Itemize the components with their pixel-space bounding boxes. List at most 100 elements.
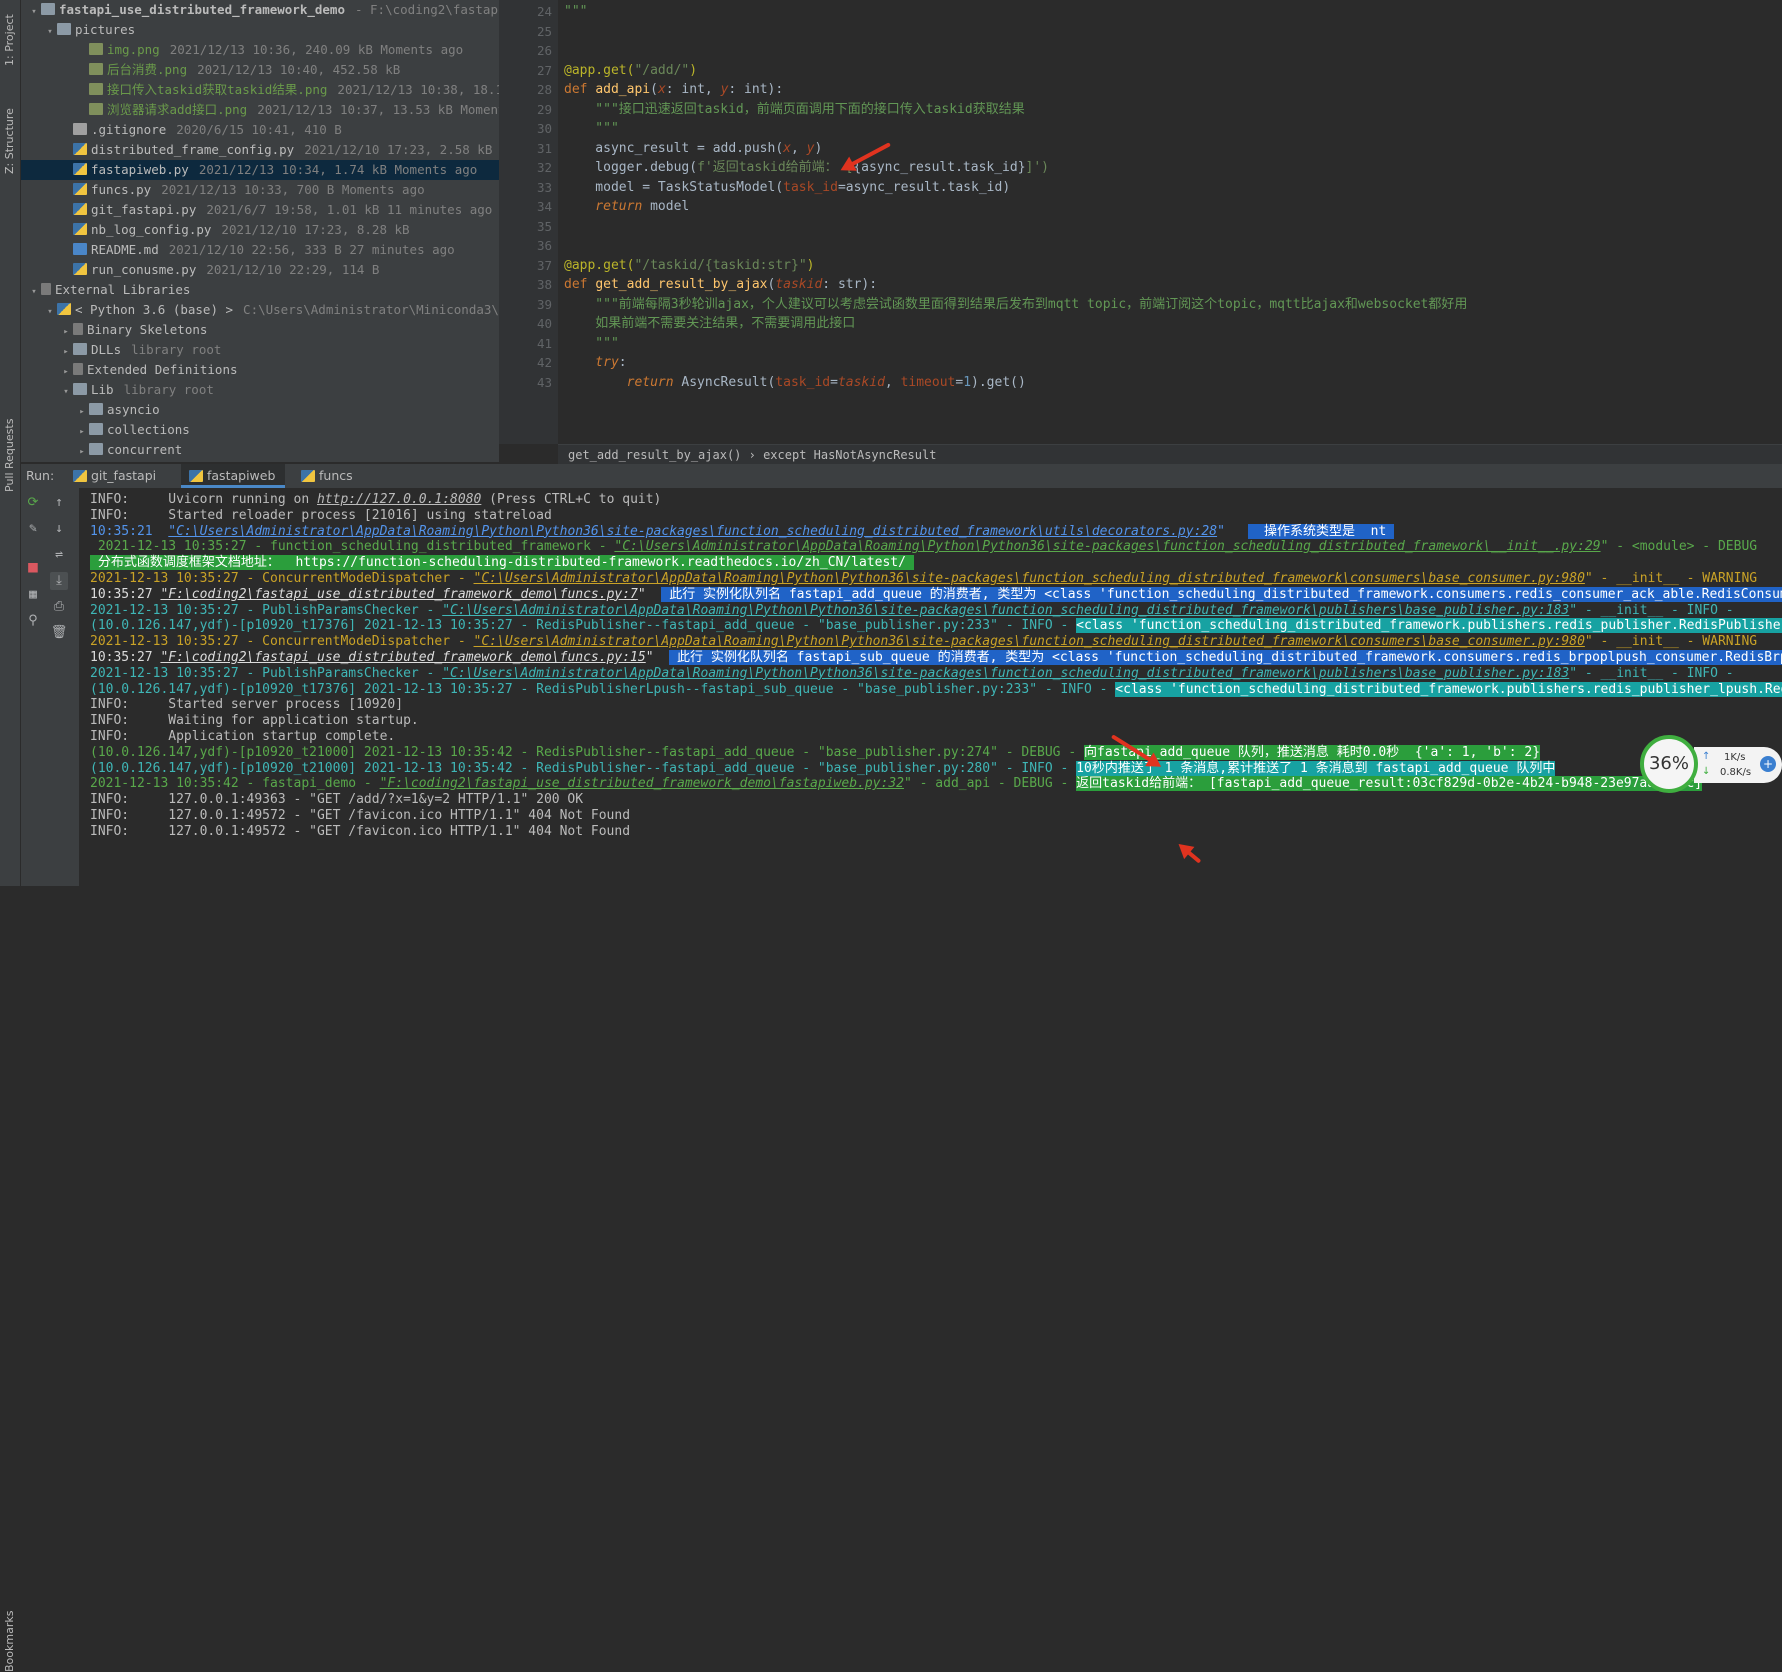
run-tab-git-fastapi[interactable]: git_fastapi: [65, 464, 166, 488]
pull-requests-tool-tab[interactable]: Pull Requests: [0, 196, 20, 492]
project-tree-item-meta: library root: [123, 382, 214, 397]
project-tree-item-label: 接口传入taskid获取taskid结果.png: [107, 82, 328, 97]
project-tree-item[interactable]: ▾ pictures: [21, 20, 499, 40]
run-tab-label: git_fastapi: [91, 468, 157, 483]
project-tree-item-label: DLLs: [91, 342, 122, 357]
trash-icon[interactable]: 🗑: [50, 624, 68, 642]
project-tree-item-label: Extended Definitions: [87, 362, 238, 377]
python-file-icon: [301, 470, 315, 482]
console-text: 10:35:21: [90, 523, 169, 539]
project-tree-item-label: pictures: [75, 22, 136, 37]
console-file-link[interactable]: "C:\Users\Administrator\AppData\Roaming\…: [474, 634, 1585, 649]
package-folder-icon: [89, 443, 103, 455]
console-text: 10:35:27: [90, 650, 161, 665]
console-file-link[interactable]: "C:\Users\Administrator\AppData\Roaming\…: [474, 571, 1585, 586]
code-token: f'返回taskid给前端： [: [697, 160, 854, 175]
project-tree-item[interactable]: 接口传入taskid获取taskid结果.png 2021/12/13 10:38…: [21, 80, 499, 100]
image-file-icon: [89, 63, 103, 75]
project-tree-item[interactable]: 后台消费.png 2021/12/13 10:40, 452.58 kB: [21, 60, 499, 80]
project-tree-item[interactable]: ▸ DLLs library root: [21, 340, 499, 360]
code-token: (: [650, 82, 658, 97]
console-file-link[interactable]: "F:\coding2\fastapi_use_distributed_fram…: [380, 776, 904, 791]
project-tree-item[interactable]: ▸ collections: [21, 420, 499, 440]
run-console-output[interactable]: INFO: Uvicorn running on http://127.0.0.…: [80, 488, 1782, 886]
console-file-link[interactable]: "F:\coding2\fastapi_use_distributed_fram…: [160, 587, 637, 602]
console-file-link[interactable]: "C:\Users\Administrator\AppData\Roaming\…: [442, 603, 1569, 618]
project-tool-tab[interactable]: 1: Project: [0, 0, 20, 70]
project-tree-item[interactable]: 浏览器请求add接口.png 2021/12/13 10:37, 13.53 kB…: [21, 100, 499, 120]
console-text: 此行 实例化队列名 fastapi_sub_queue 的消费者, 类型为 <c…: [669, 650, 1782, 665]
project-tree-item-label: README.md: [91, 242, 159, 257]
editor-breadcrumb[interactable]: get_add_result_by_ajax() › except HasNot…: [558, 444, 1782, 465]
project-tree-item[interactable]: README.md 2021/12/10 22:56, 333 B 27 minu…: [21, 240, 499, 260]
project-tree-item[interactable]: ▸ Binary Skeletons: [21, 320, 499, 340]
project-tree-item[interactable]: run_conusme.py 2021/12/10 22:29, 114 B: [21, 260, 499, 280]
project-tree-item[interactable]: ▾ < Python 3.6 (base) > C:\Users\Administr…: [21, 300, 499, 320]
network-speed-panel: ↑ 1K/s ↓ 0.8K/s +: [1694, 747, 1782, 783]
project-tree-item[interactable]: funcs.py 2021/12/13 10:33, 700 B Moments …: [21, 180, 499, 200]
project-tree-item-meta: - F:\coding2\fastapi_use_distributed_fra…: [354, 2, 499, 17]
plus-icon[interactable]: +: [1760, 756, 1776, 772]
stop-icon[interactable]: ■: [24, 558, 42, 576]
soft-wrap-icon[interactable]: ⇌: [50, 546, 68, 564]
project-tree-item-label: concurrent: [107, 442, 183, 457]
console-file-link[interactable]: "F:\coding2\fastapi_use_distributed_fram…: [160, 650, 645, 665]
code-token: """: [564, 4, 588, 19]
project-tree-item[interactable]: ▾ External Libraries: [21, 280, 499, 300]
bookmarks-tool-tab[interactable]: Bookmarks: [0, 800, 20, 1672]
console-text: ": [637, 586, 662, 602]
code-line: return AsyncResult(task_id=taskid, timeo…: [564, 372, 1026, 394]
project-tree-item[interactable]: ▸ asyncio: [21, 400, 499, 420]
scroll-to-end-icon[interactable]: ⤓: [50, 572, 68, 590]
project-tree-item-label: fastapi_use_distributed_framework_demo: [59, 2, 345, 17]
layout-icon[interactable]: ▦: [24, 586, 42, 604]
image-file-icon: [89, 103, 103, 115]
run-tab-fastapiweb[interactable]: fastapiweb: [181, 464, 286, 488]
python-file-icon: [73, 203, 87, 215]
project-tree-item[interactable]: git_fastapi.py 2021/6/7 19:58, 1.01 kB 11…: [21, 200, 499, 220]
project-tree-item-label: .gitignore: [91, 122, 167, 137]
project-tool-tab-label: 1: Project: [3, 14, 16, 66]
console-file-link[interactable]: "C:\Users\Administrator\AppData\Roaming\…: [168, 524, 1217, 539]
project-tree-item[interactable]: .gitignore 2020/6/15 10:41, 410 B: [21, 120, 499, 140]
run-tab-funcs[interactable]: funcs: [293, 464, 363, 488]
console-text: 10:35:27: [90, 586, 161, 602]
folder-icon: [73, 383, 87, 395]
code-token: "/taskid/{taskid:str}": [634, 257, 807, 273]
structure-tool-tab[interactable]: Z: Structure: [0, 86, 20, 176]
project-tree-item-meta: 2021/12/13 10:33, 700 B Moments ago: [161, 182, 425, 197]
network-monitor-widget[interactable]: ↑ 1K/s ↓ 0.8K/s + 36%: [1640, 735, 1782, 795]
pin-icon[interactable]: ⚲: [24, 612, 42, 630]
python-file-icon: [73, 223, 87, 235]
print-icon[interactable]: ⎙: [50, 598, 68, 616]
rerun-icon[interactable]: ⟳: [24, 494, 42, 512]
project-tree-item[interactable]: fastapiweb.py 2021/12/13 10:34, 1.74 kB M…: [21, 160, 499, 180]
code-token: logger.debug(: [564, 160, 698, 175]
scroll-up-icon[interactable]: ↑: [50, 494, 68, 512]
console-line: INFO: 127.0.0.1:49572 - "GET /favicon.ic…: [90, 823, 630, 841]
project-tree-item[interactable]: nb_log_config.py 2021/12/10 17:23, 8.28 k…: [21, 220, 499, 240]
project-tree-item[interactable]: img.png 2021/12/13 10:36, 240.09 kB Momen…: [21, 40, 499, 60]
code-token: timeout: [900, 374, 956, 390]
wrench-icon[interactable]: ✎: [24, 520, 42, 538]
console-file-link[interactable]: "C:\Users\Administrator\AppData\Roaming\…: [442, 666, 1569, 681]
code-editor[interactable]: """ @app.get("/add/") def add_api(x: int, …: [558, 0, 1782, 444]
expand-toggle-icon: ▸: [63, 367, 69, 377]
code-token: taskid: [775, 277, 823, 292]
console-file-link[interactable]: "C:\Users\Administrator\AppData\Roaming\…: [614, 539, 1600, 554]
project-tree-item[interactable]: distributed_frame_config.py 2021/12/10 17…: [21, 140, 499, 160]
project-tree-item[interactable]: ▾ Lib library root: [21, 380, 499, 400]
console-text: 2021-12-13 10:35:27 - PublishParamsCheck…: [90, 665, 443, 681]
run-tool-window-header: Run: git_fastapi fastapiweb funcs: [21, 464, 1782, 489]
code-token: model = TaskStatusModel(: [564, 179, 784, 195]
console-text: (10.0.126.147,ydf)-[p10920_t21000] 2021-…: [90, 744, 1084, 760]
scroll-down-icon[interactable]: ↓: [50, 520, 68, 538]
project-tree-item[interactable]: ▸ concurrent: [21, 440, 499, 460]
code-token: get_add_result_by_ajax: [595, 277, 768, 292]
project-tree-item[interactable]: ▾ fastapi_use_distributed_framework_demo -…: [21, 0, 499, 20]
project-tree-item[interactable]: ▸ Extended Definitions: [21, 360, 499, 380]
console-file-link[interactable]: http://127.0.0.1:8080: [317, 492, 481, 507]
project-tree-item-meta: 2020/6/15 10:41, 410 B: [176, 122, 342, 137]
project-tree-item-label: Lib: [91, 382, 114, 397]
console-text: INFO: 127.0.0.1:49572 - "GET /favicon.ic…: [90, 808, 631, 823]
